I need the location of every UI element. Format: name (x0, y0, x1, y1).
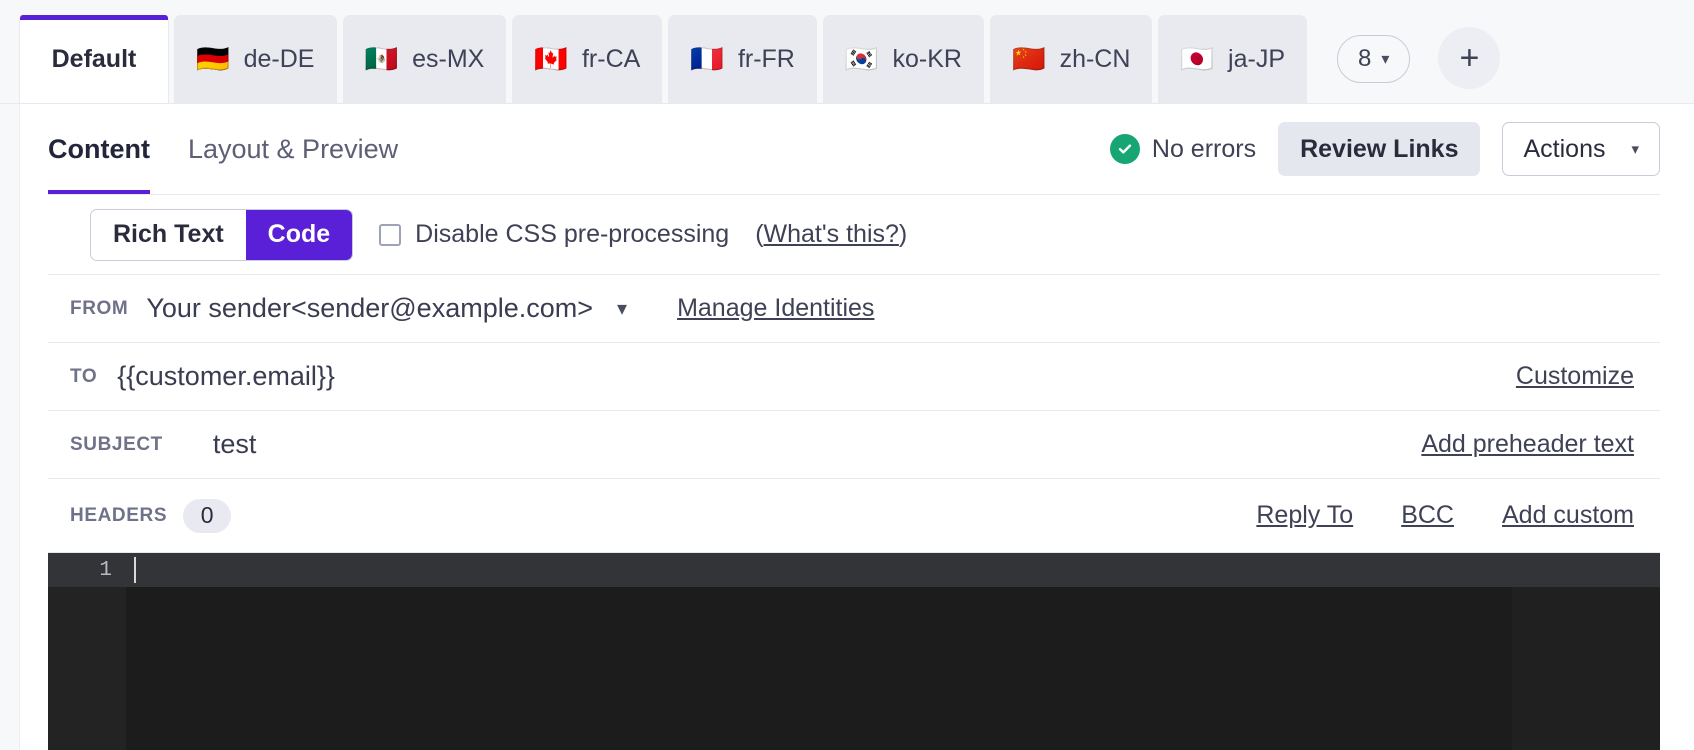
header-actions: No errors Review Links Actions ▾ (1109, 122, 1660, 176)
status-text: No errors (1151, 134, 1257, 163)
chevron-down-icon: ▾ (1381, 51, 1390, 68)
headers-row-links: Reply To BCC Add custom (1256, 501, 1656, 530)
to-row: TO {{customer.email}} Customize (48, 343, 1660, 411)
locale-tab-label: es-MX (412, 44, 485, 73)
locale-tab-ko-kr[interactable]: 🇰🇷 ko-KR (822, 15, 984, 103)
locale-tab-ja-jp[interactable]: 🇯🇵 ja-JP (1158, 15, 1308, 103)
checkbox-box[interactable] (379, 223, 402, 246)
rich-text-mode-button[interactable]: Rich Text (91, 209, 246, 260)
actions-dropdown-button[interactable]: Actions ▾ (1502, 122, 1660, 176)
code-mode-button[interactable]: Code (245, 209, 353, 260)
to-label: TO (70, 365, 98, 387)
flag-ca-icon: 🇨🇦 (534, 43, 568, 74)
locale-tab-de-de[interactable]: 🇩🇪 de-DE (174, 15, 337, 103)
locale-tab-zh-cn[interactable]: 🇨🇳 zh-CN (989, 15, 1153, 103)
add-locale-button[interactable]: + (1438, 27, 1501, 89)
to-value[interactable]: {{customer.email}} (117, 361, 335, 392)
code-editor-text-area[interactable] (126, 587, 1512, 750)
whats-this-link[interactable]: What's this? (764, 220, 899, 248)
check-circle-icon (1109, 134, 1140, 164)
code-editor-active-line[interactable]: 1 (48, 553, 1660, 587)
disable-css-preprocessing-checkbox[interactable]: Disable CSS pre-processing (379, 220, 729, 249)
content-panel: Rich Text Code Disable CSS pre-processin… (48, 194, 1660, 750)
from-value[interactable]: Your sender<sender@example.com> (146, 293, 593, 324)
locale-tab-label: ja-JP (1228, 44, 1286, 73)
main-column: Content Layout & Preview No errors Revie… (20, 104, 1694, 750)
editor-toolbar: Rich Text Code Disable CSS pre-processin… (48, 195, 1660, 275)
flag-cn-icon: 🇨🇳 (1011, 43, 1046, 74)
locale-tab-label: de-DE (243, 44, 315, 73)
gutter-empty (48, 587, 126, 750)
flag-fr-icon: 🇫🇷 (690, 43, 724, 74)
chevron-down-icon: ▾ (1631, 141, 1639, 158)
tab-content-label: Content (48, 133, 150, 164)
content-subtabs: Content Layout & Preview (48, 104, 398, 194)
locale-tab-default[interactable]: Default (20, 15, 168, 103)
tab-content[interactable]: Content (48, 104, 150, 194)
locale-count-value: 8 (1358, 45, 1372, 72)
locale-tab-fr-fr[interactable]: 🇫🇷 fr-FR (668, 15, 817, 103)
reply-to-link[interactable]: Reply To (1256, 501, 1353, 530)
locale-tab-fr-ca[interactable]: 🇨🇦 fr-CA (512, 15, 663, 103)
headers-count-badge: 0 (183, 498, 232, 533)
locale-tab-label: ko-KR (892, 44, 962, 73)
disable-css-preprocessing-label: Disable CSS pre-processing (415, 220, 730, 248)
locale-tab-label: fr-CA (581, 44, 641, 73)
email-template-editor: Default 🇩🇪 de-DE 🇲🇽 es-MX 🇨🇦 fr-CA 🇫🇷 fr… (0, 0, 1694, 750)
add-custom-link[interactable]: Add custom (1502, 501, 1634, 530)
line-number: 1 (48, 553, 126, 587)
flag-kr-icon: 🇰🇷 (844, 43, 879, 74)
from-label: FROM (70, 297, 129, 319)
text-cursor (134, 557, 136, 583)
subject-row: SUBJECT test Add preheader text (48, 411, 1660, 479)
code-editor[interactable]: 1 (48, 553, 1660, 750)
left-rail (0, 104, 20, 750)
chevron-down-icon[interactable]: ▾ (617, 296, 627, 321)
review-links-button[interactable]: Review Links (1278, 122, 1481, 176)
subject-row-links: Add preheader text (1421, 430, 1656, 459)
tab-layout-preview-label: Layout & Preview (187, 133, 399, 164)
manage-identities-link[interactable]: Manage Identities (677, 294, 874, 323)
locale-tab-label: zh-CN (1059, 44, 1131, 73)
flag-mx-icon: 🇲🇽 (364, 43, 399, 74)
actions-label: Actions (1523, 134, 1606, 163)
flag-de-icon: 🇩🇪 (196, 43, 230, 74)
customize-link[interactable]: Customize (1516, 362, 1634, 391)
locale-count-dropdown[interactable]: 8 ▾ (1337, 35, 1411, 83)
code-editor-canvas[interactable] (48, 587, 1660, 750)
headers-label: HEADERS (70, 504, 168, 526)
whats-this-wrapper: (What's this?) (755, 220, 908, 248)
editor-mode-toggle: Rich Text Code (90, 208, 354, 261)
locale-tab-es-mx[interactable]: 🇲🇽 es-MX (342, 15, 507, 103)
bcc-link[interactable]: BCC (1401, 501, 1454, 530)
plus-icon: + (1459, 38, 1480, 77)
tab-layout-preview[interactable]: Layout & Preview (188, 104, 398, 194)
to-row-links: Customize (1516, 362, 1656, 391)
locale-tab-label: fr-FR (737, 44, 795, 73)
locale-tab-bar: Default 🇩🇪 de-DE 🇲🇽 es-MX 🇨🇦 fr-CA 🇫🇷 fr… (0, 0, 1694, 104)
subject-label: SUBJECT (70, 433, 163, 455)
code-editor-minimap[interactable] (1512, 587, 1660, 750)
headers-row: HEADERS 0 Reply To BCC Add custom (48, 479, 1660, 553)
flag-jp-icon: 🇯🇵 (1180, 43, 1215, 74)
editor-body: Content Layout & Preview No errors Revie… (0, 104, 1694, 750)
status-badge: No errors (1109, 134, 1257, 164)
subject-value[interactable]: test (213, 429, 257, 460)
locale-tab-label: Default (51, 44, 137, 73)
add-preheader-text-link[interactable]: Add preheader text (1421, 430, 1634, 459)
content-header-row: Content Layout & Preview No errors Revie… (20, 104, 1694, 194)
from-row: FROM Your sender<sender@example.com> ▾ M… (48, 275, 1660, 343)
